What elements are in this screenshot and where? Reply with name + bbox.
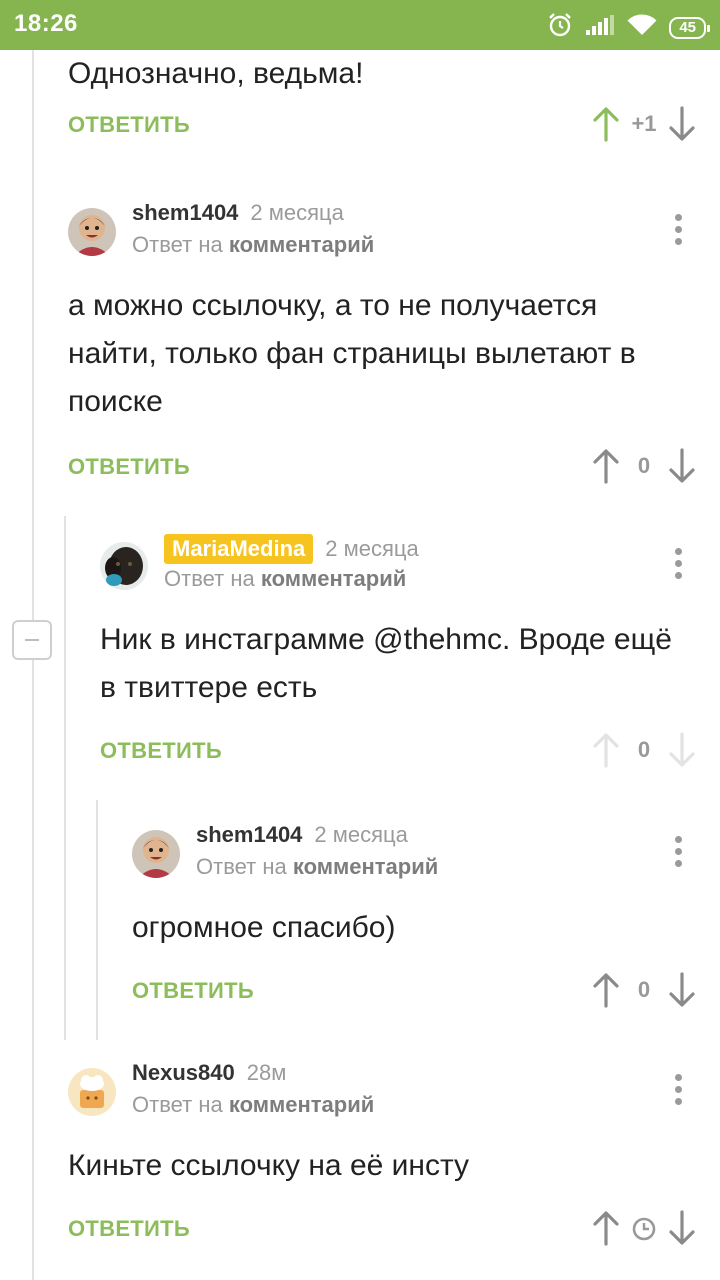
comment-text: Ник в инстаграмме @thehmc. Вроде ещё в т… — [100, 623, 672, 704]
vote-score: 0 — [637, 737, 651, 762]
comment: MariaMedina 2 месяца Ответ на комментари… — [100, 534, 698, 776]
reply-to: Ответ на комментарий — [132, 1092, 374, 1118]
reply-button[interactable]: ОТВЕТИТЬ — [68, 112, 190, 138]
avatar[interactable] — [68, 1068, 116, 1116]
vote-score: 0 — [637, 977, 651, 1002]
reply-to-link[interactable]: комментарий — [229, 232, 374, 257]
vote-controls — [592, 1206, 696, 1250]
reply-to-prefix: Ответ на — [196, 854, 287, 879]
thread-line-level3 — [96, 800, 98, 1040]
upvote-icon[interactable] — [592, 1210, 620, 1246]
avatar[interactable] — [100, 542, 148, 590]
upvote-icon[interactable] — [592, 106, 620, 142]
status-time: 18:26 — [14, 10, 78, 37]
reply-to: Ответ на комментарий — [164, 566, 406, 592]
vote-score: +1 — [631, 111, 657, 136]
author-line: shem1404 2 месяца — [132, 200, 344, 226]
comment-header: MariaMedina 2 месяца Ответ на комментари… — [100, 534, 698, 600]
vote-controls: 0 — [592, 968, 696, 1012]
comment-time: 2 месяца — [325, 536, 419, 561]
comment: shem1404 2 месяца Ответ на комментарий о… — [132, 822, 698, 1016]
downvote-icon[interactable] — [668, 106, 696, 142]
downvote-icon[interactable] — [668, 972, 696, 1008]
reply-to: Ответ на комментарий — [196, 854, 438, 880]
author-line: MariaMedina 2 месяца — [164, 534, 419, 564]
reply-to-prefix: Ответ на — [132, 1092, 223, 1117]
comment-text: Киньте ссылочку на её инсту — [68, 1149, 470, 1182]
comment-text: огромное спасибо) — [132, 911, 396, 944]
thread-line-outer — [32, 50, 34, 1280]
upvote-icon[interactable] — [592, 732, 620, 768]
author-name[interactable]: shem1404 — [196, 822, 302, 848]
comment-text: Однозначно, ведьма! — [68, 57, 364, 90]
vote-controls: 0 — [592, 444, 696, 488]
author-name[interactable]: Nexus840 — [132, 1060, 235, 1086]
more-options-icon[interactable] — [666, 1072, 690, 1108]
downvote-icon[interactable] — [668, 732, 696, 768]
reply-to-prefix: Ответ на — [132, 232, 223, 257]
reply-to-link[interactable]: комментарий — [293, 854, 438, 879]
status-bar: 18:26 45 — [0, 0, 720, 50]
comment-text: а можно ссылочку, а то не получается най… — [68, 289, 636, 418]
alarm-icon — [547, 12, 573, 43]
comment-time: 28м — [246, 1060, 287, 1085]
comment: Nexus840 28м Ответ на комментарий Киньте… — [68, 1060, 698, 1254]
reply-to-link[interactable]: комментарий — [229, 1092, 374, 1117]
downvote-icon[interactable] — [668, 1210, 696, 1246]
reply-to: Ответ на комментарий — [132, 232, 374, 258]
upvote-icon[interactable] — [592, 972, 620, 1008]
comment: shem1404 2 месяца Ответ на комментарий а… — [68, 200, 698, 492]
comment-actions: ОТВЕТИТЬ 0 — [132, 968, 698, 1016]
vote-controls: +1 — [592, 102, 696, 146]
collapse-thread-button[interactable] — [12, 620, 52, 660]
reply-button[interactable]: ОТВЕТИТЬ — [68, 454, 190, 480]
reply-button[interactable]: ОТВЕТИТЬ — [132, 978, 254, 1004]
reply-to-prefix: Ответ на — [164, 566, 255, 591]
vote-score: 0 — [637, 453, 651, 478]
comment-actions: ОТВЕТИТЬ 0 — [100, 728, 698, 776]
downvote-icon[interactable] — [668, 448, 696, 484]
author-line: shem1404 2 месяца — [196, 822, 408, 848]
reply-button[interactable]: ОТВЕТИТЬ — [68, 1216, 190, 1242]
upvote-icon[interactable] — [592, 448, 620, 484]
author-line: Nexus840 28м — [132, 1060, 286, 1086]
comment-header: shem1404 2 месяца Ответ на комментарий — [132, 822, 698, 888]
avatar[interactable] — [68, 208, 116, 256]
author-name[interactable]: MariaMedina — [164, 534, 314, 564]
comment-time: 2 месяца — [250, 200, 344, 225]
comment-header: shem1404 2 месяца Ответ на комментарий — [68, 200, 698, 266]
more-options-icon[interactable] — [666, 212, 690, 248]
comment-time: 2 месяца — [314, 822, 408, 847]
comment-header: Nexus840 28м Ответ на комментарий — [68, 1060, 698, 1126]
signal-icon — [585, 14, 615, 41]
reply-button[interactable]: ОТВЕТИТЬ — [100, 738, 222, 764]
more-options-icon[interactable] — [666, 834, 690, 870]
more-options-icon[interactable] — [666, 546, 690, 582]
clock-icon — [620, 1214, 668, 1241]
avatar[interactable] — [132, 830, 180, 878]
comment-actions: ОТВЕТИТЬ — [68, 1206, 698, 1254]
thread-line-level2 — [64, 516, 66, 1040]
reply-to-link[interactable]: комментарий — [261, 566, 406, 591]
status-icons: 45 — [547, 12, 710, 43]
comment-actions: ОТВЕТИТЬ +1 — [68, 102, 698, 150]
comment: Однозначно, ведьма! ОТВЕТИТЬ +1 — [68, 50, 698, 150]
author-name[interactable]: shem1404 — [132, 200, 238, 226]
vote-controls: 0 — [592, 728, 696, 772]
comment-actions: ОТВЕТИТЬ 0 — [68, 444, 698, 492]
battery-icon: 45 — [669, 16, 710, 39]
wifi-icon — [627, 14, 657, 41]
